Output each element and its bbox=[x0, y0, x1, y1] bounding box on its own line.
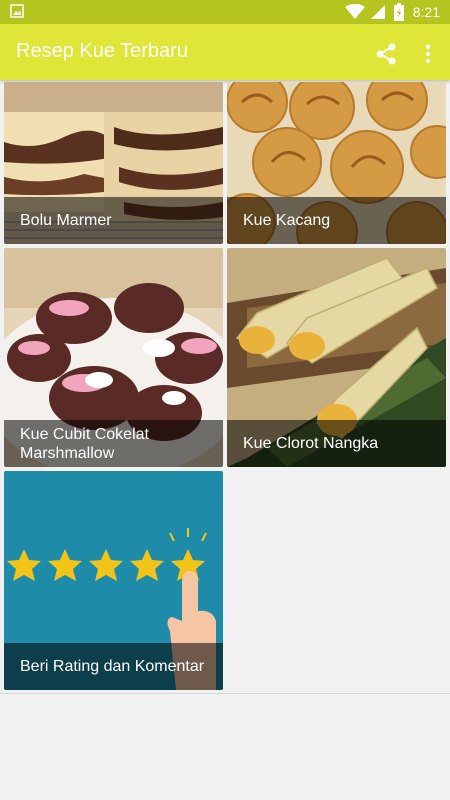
recipe-card-kue-kacang[interactable]: Kue Kacang bbox=[227, 82, 446, 244]
more-options-button[interactable] bbox=[416, 40, 440, 68]
battery-icon bbox=[393, 3, 404, 21]
wifi-icon bbox=[344, 4, 365, 19]
more-vert-icon bbox=[425, 44, 431, 64]
rating-card[interactable]: Beri Rating dan Komentar bbox=[4, 471, 223, 690]
card-caption: Bolu Marmer bbox=[4, 197, 223, 244]
card-caption: Kue Clorot Nangka bbox=[227, 420, 446, 467]
app-title: Resep Kue Terbaru bbox=[16, 40, 188, 62]
status-bar: 8:21 bbox=[0, 0, 450, 24]
recipe-card-bolu-marmer[interactable]: Bolu Marmer bbox=[4, 82, 223, 244]
card-caption: Kue Cubit Cokelat Marshmallow bbox=[4, 420, 223, 467]
list-divider bbox=[0, 693, 450, 694]
recipe-card-kue-cubit[interactable]: Kue Cubit Cokelat Marshmallow bbox=[4, 248, 223, 467]
status-time: 8:21 bbox=[412, 4, 440, 20]
share-button[interactable] bbox=[372, 40, 400, 68]
signal-icon bbox=[370, 5, 385, 19]
share-icon bbox=[376, 43, 396, 65]
card-caption: Beri Rating dan Komentar bbox=[4, 643, 223, 690]
image-icon bbox=[10, 4, 24, 18]
card-caption: Kue Kacang bbox=[227, 197, 446, 244]
recipe-card-kue-clorot[interactable]: Kue Clorot Nangka bbox=[227, 248, 446, 467]
